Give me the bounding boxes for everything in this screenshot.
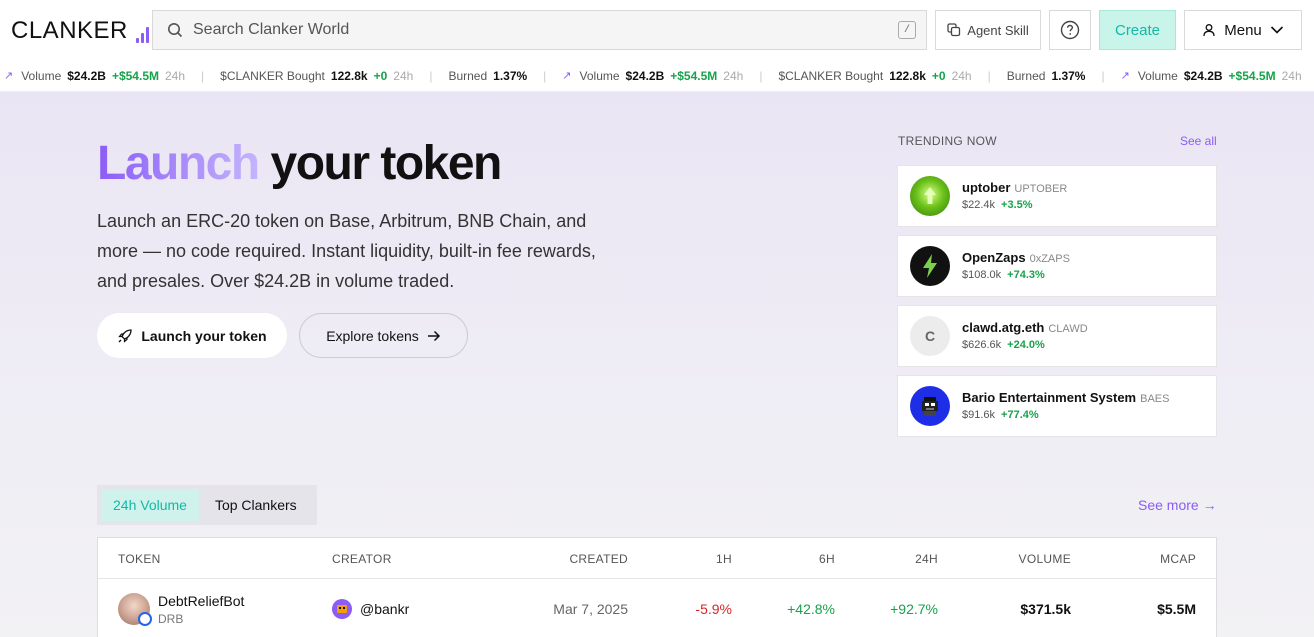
token-avatar — [910, 386, 950, 426]
explore-tokens-button[interactable]: Explore tokens — [299, 313, 468, 358]
trend-up-icon: ↗ — [4, 70, 14, 82]
arrow-right-icon — [427, 330, 440, 341]
change-24h: +92.7% — [890, 601, 938, 617]
stats-ticker: ↗ Volume $24.2B +$54.5M 24h | $CLANKER B… — [0, 60, 1314, 92]
question-icon — [1060, 20, 1080, 40]
agent-skill-button[interactable]: Agent Skill — [935, 10, 1041, 50]
logo-bars-icon — [135, 25, 149, 45]
ticker-divider: | — [987, 68, 991, 83]
trending-heading: TRENDING NOW — [898, 134, 997, 148]
token-price: $22.4k +3.5% — [962, 199, 1033, 211]
creator-handle[interactable]: @bankr — [360, 601, 409, 617]
table-header: TOKEN CREATOR CREATED 1H 6H 24H VOLUME M… — [98, 538, 1216, 579]
token-name: clawd.atg.eth CLAWD — [962, 320, 1088, 335]
col-mcap[interactable]: MCAP — [1160, 552, 1196, 566]
token-price: $91.6k +77.4% — [962, 409, 1039, 421]
tab-24h-volume[interactable]: 24h Volume — [101, 489, 199, 521]
trend-up-icon: ↗ — [562, 70, 572, 82]
help-button[interactable] — [1049, 10, 1091, 50]
hero-title: Launch your token — [97, 136, 503, 191]
ticker-item: $CLANKER Bought 122.8k +0 24h — [220, 68, 414, 83]
copy-icon — [947, 23, 961, 37]
hero-description: Launch an ERC-20 token on Base, Arbitrum… — [97, 211, 596, 291]
change-1h: -5.9% — [695, 601, 732, 617]
logo-text: CLANKER — [11, 17, 128, 44]
col-token[interactable]: TOKEN — [118, 552, 161, 566]
hero-title-highlight: Launch — [97, 137, 260, 190]
ticker-divider: | — [543, 68, 547, 83]
menu-label: Menu — [1224, 21, 1262, 39]
user-icon — [1203, 24, 1215, 37]
token-name: uptober UPTOBER — [962, 180, 1068, 195]
trend-up-icon: ↗ — [1120, 70, 1130, 82]
token-name: Bario Entertainment System BAES — [962, 390, 1170, 405]
trending-card[interactable]: C clawd.atg.eth CLAWD $626.6k +24.0% — [897, 305, 1217, 367]
table-row[interactable]: DebtReliefBot DRB @bankr Mar 7, 2025 -5.… — [98, 579, 1216, 637]
bankr-logo-icon — [337, 605, 347, 613]
base-chain-icon — [138, 612, 152, 626]
search-shortcut-hint: / — [898, 21, 916, 39]
rocket-icon — [118, 328, 133, 343]
trending-card[interactable]: OpenZaps 0xZAPS $108.0k +74.3% — [897, 235, 1217, 297]
pixel-character-icon — [922, 397, 938, 416]
trending-card[interactable]: Bario Entertainment System BAES $91.6k +77… — [897, 375, 1217, 437]
ticker-item: $CLANKER Bought 122.8k +0 24h — [778, 68, 972, 83]
hero-title-rest: your token — [258, 137, 503, 190]
token-price: $626.6k +24.0% — [962, 339, 1045, 351]
ticker-divider: | — [759, 68, 763, 83]
explore-tokens-label: Explore tokens — [326, 327, 419, 344]
col-volume[interactable]: VOLUME — [1019, 552, 1071, 566]
token-name: OpenZaps 0xZAPS — [962, 250, 1070, 265]
created-date: Mar 7, 2025 — [553, 601, 628, 617]
token-price: $108.0k +74.3% — [962, 269, 1045, 281]
col-1h[interactable]: 1H — [716, 552, 732, 566]
ticker-item: Burned 1.37% — [448, 68, 528, 83]
token-ticker: DRB — [158, 612, 184, 626]
volume-value: $371.5k — [1020, 601, 1071, 617]
clanker-logo[interactable]: CLANKER — [11, 17, 149, 45]
ticker-divider: | — [429, 68, 433, 83]
trending-see-all-link[interactable]: See all — [1180, 134, 1217, 148]
token-name: DebtReliefBot — [158, 593, 245, 609]
token-avatar: C — [910, 316, 950, 356]
token-table: TOKEN CREATOR CREATED 1H 6H 24H VOLUME M… — [97, 537, 1217, 637]
tab-top-clankers[interactable]: Top Clankers — [203, 489, 309, 521]
ticker-track: ↗ Volume $24.2B +$54.5M 24h | $CLANKER B… — [4, 69, 1302, 83]
col-created[interactable]: CREATED — [569, 552, 628, 566]
top-header: CLANKER / Agent Skill Create Menu — [0, 0, 1314, 60]
trending-card[interactable]: uptober UPTOBER $22.4k +3.5% — [897, 165, 1217, 227]
chevron-down-icon — [1270, 26, 1283, 34]
see-more-label: See more — [1138, 497, 1199, 513]
ticker-item: Burned 1.37% — [1006, 68, 1086, 83]
search-icon — [168, 23, 183, 38]
mcap-value: $5.5M — [1157, 601, 1196, 617]
col-24h[interactable]: 24H — [915, 552, 938, 566]
lightning-icon — [923, 254, 937, 278]
search-input[interactable] — [193, 21, 873, 39]
col-6h[interactable]: 6H — [819, 552, 835, 566]
ticker-item: Volume $24.2B +$54.5M 24h — [1137, 68, 1302, 83]
arrow-right-icon: → — [1202, 497, 1217, 513]
uptober-logo-icon — [924, 187, 936, 204]
launch-token-button[interactable]: Launch your token — [97, 313, 287, 358]
col-creator[interactable]: CREATOR — [332, 552, 392, 566]
hero-section: Launch your token Launch an ERC-20 token… — [0, 92, 1314, 637]
ticker-item: Volume $24.2B +$54.5M 24h — [579, 68, 744, 83]
create-button[interactable]: Create — [1099, 10, 1176, 50]
ticker-item: Volume $24.2B +$54.5M 24h — [21, 68, 186, 83]
agent-skill-label: Agent Skill — [967, 22, 1029, 38]
launch-token-label: Launch your token — [141, 327, 267, 344]
ticker-divider: | — [201, 68, 205, 83]
ticker-divider: | — [1101, 68, 1105, 83]
change-6h: +42.8% — [787, 601, 835, 617]
menu-button[interactable]: Menu — [1184, 10, 1302, 50]
see-more-link[interactable]: See more → — [1138, 497, 1217, 513]
avatar-initial: C — [924, 328, 936, 344]
creator-avatar — [332, 599, 352, 619]
search-bar[interactable]: / — [152, 10, 927, 50]
token-avatar — [910, 246, 950, 286]
token-avatar — [910, 176, 950, 216]
table-tabs: 24h Volume Top Clankers — [97, 485, 317, 525]
